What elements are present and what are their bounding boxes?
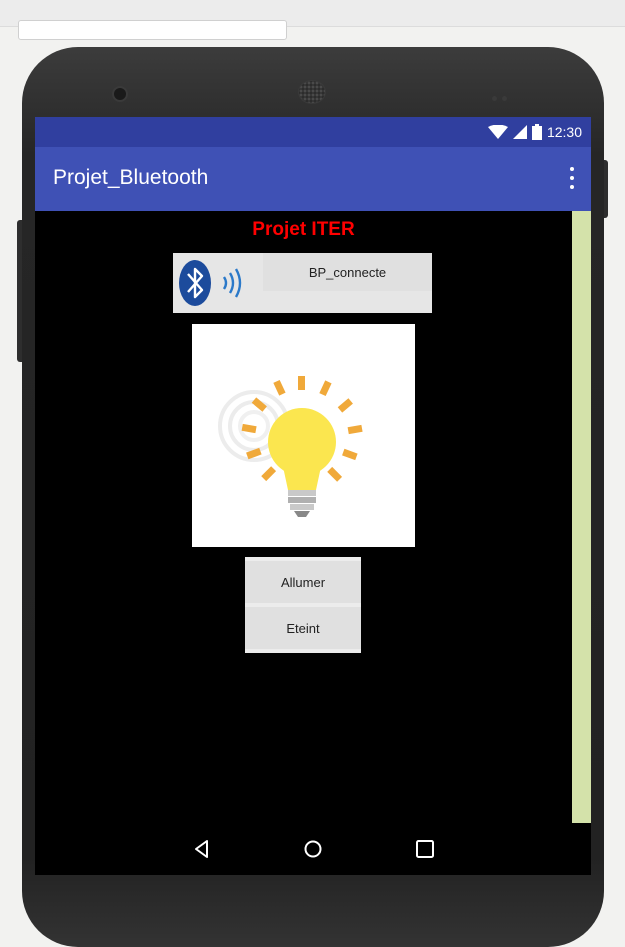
bluetooth-icon xyxy=(179,260,211,306)
status-time: 12:30 xyxy=(546,124,582,140)
phone-bottom-bezel xyxy=(33,875,593,935)
app-title: Projet_Bluetooth xyxy=(53,166,209,189)
phone-screen: 12:30 Projet_Bluetooth Projet ITER BP_co… xyxy=(35,117,591,875)
proximity-sensor xyxy=(492,88,516,101)
page-heading: Projet ITER xyxy=(252,219,355,240)
home-icon[interactable] xyxy=(301,837,325,861)
status-bar: 12:30 xyxy=(35,117,591,147)
back-icon[interactable] xyxy=(190,837,214,861)
bulb-image xyxy=(192,324,415,547)
more-vert-icon[interactable] xyxy=(569,167,575,189)
scroll-track[interactable] xyxy=(572,211,591,823)
earpiece-speaker xyxy=(298,80,326,104)
allumer-button[interactable]: Allumer xyxy=(245,561,361,603)
front-camera xyxy=(112,86,128,102)
app-bar: Projet_Bluetooth xyxy=(35,147,591,211)
eteint-button[interactable]: Eteint xyxy=(245,607,361,649)
top-input-field[interactable] xyxy=(18,20,287,40)
recents-icon[interactable] xyxy=(413,837,437,861)
wifi-icon xyxy=(487,125,508,139)
light-bulb-icon xyxy=(218,376,363,517)
connect-button[interactable]: BP_connecte xyxy=(263,253,432,291)
navigation-bar xyxy=(35,823,591,875)
button-group: Allumer Eteint xyxy=(245,557,361,653)
bluetooth-panel: BP_connecte xyxy=(173,253,432,313)
battery-icon xyxy=(531,124,542,140)
signal-waves-icon xyxy=(222,268,242,298)
signal-icon xyxy=(512,125,527,139)
